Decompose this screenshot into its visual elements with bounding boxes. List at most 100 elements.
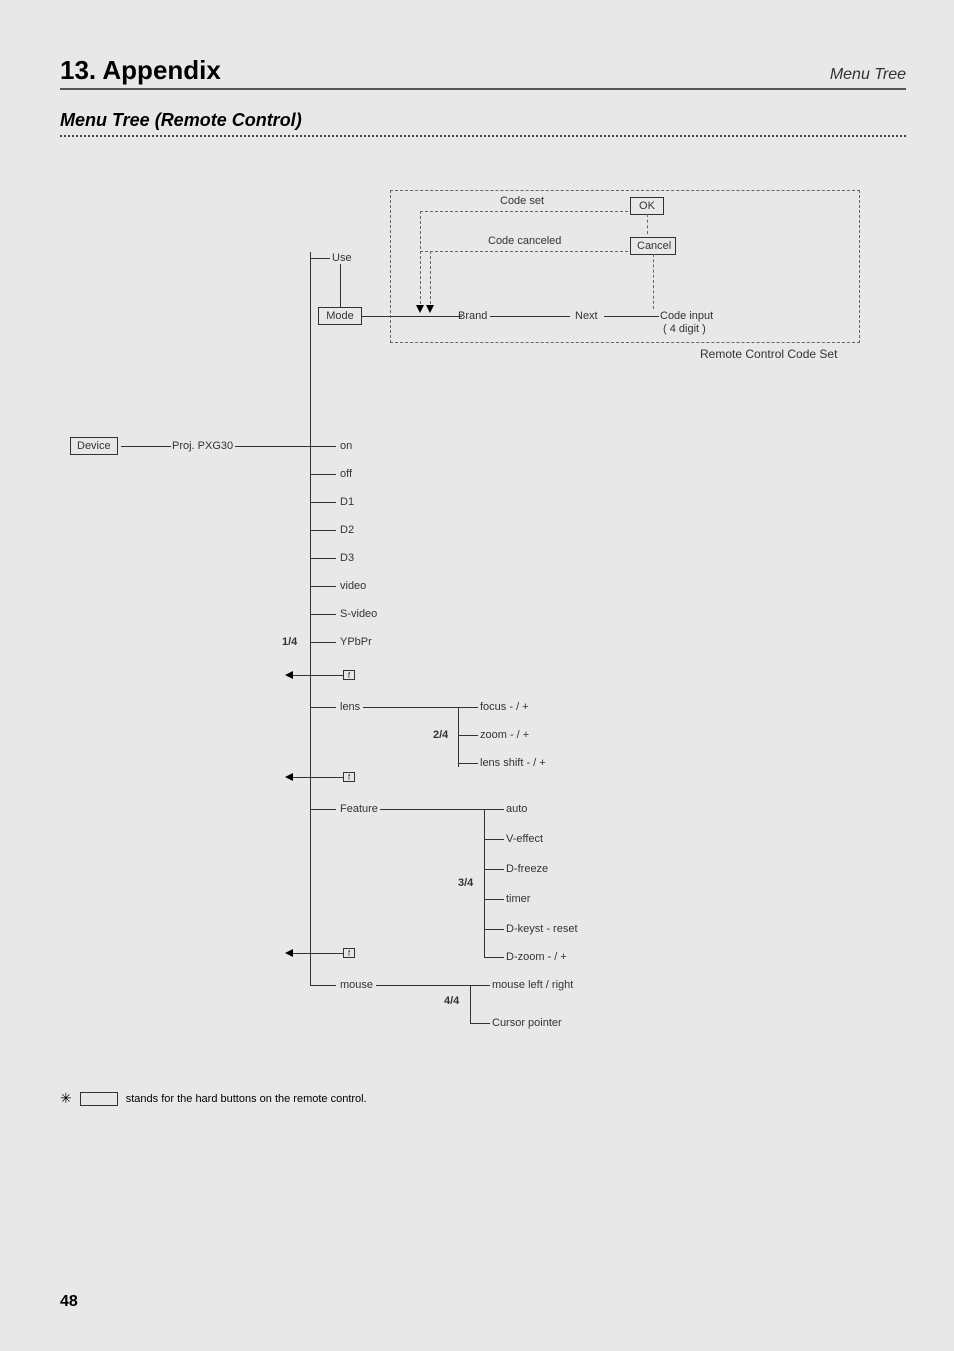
node-on: on (340, 440, 352, 452)
arrow-down-icon (416, 305, 424, 313)
connector (310, 502, 336, 503)
connector (310, 446, 336, 447)
node-codecanceled: Code canceled (488, 235, 561, 247)
node-feature: Feature (340, 803, 378, 815)
footnote-text: stands for the hard buttons on the remot… (126, 1093, 367, 1105)
node-d3: D3 (340, 552, 354, 564)
node-ypbpr: YPbPr (340, 636, 372, 648)
hard-button-box-icon (80, 1092, 118, 1106)
node-off: off (340, 468, 352, 480)
node-device: Device (70, 437, 118, 455)
connector-dotted (420, 251, 628, 252)
node-codeinput-digits: ( 4 digit ) (663, 323, 706, 335)
f-button-icon: f (343, 670, 355, 680)
connector (484, 869, 504, 870)
connector (380, 809, 484, 810)
f-button-icon: f (343, 772, 355, 782)
connector (310, 985, 336, 986)
node-dzoom: D-zoom - / + (506, 951, 567, 963)
node-dkeyst: D-keyst - reset (506, 923, 578, 935)
node-brand: Brand (458, 310, 487, 322)
diagram-canvas: Device Proj. PXG30 Use Mode Remote Contr… (60, 167, 906, 1087)
connector (458, 707, 459, 767)
arrow-down-icon (426, 305, 434, 313)
connector (470, 985, 490, 986)
node-d2: D2 (340, 524, 354, 536)
connector (470, 985, 471, 1023)
connector (484, 839, 504, 840)
node-use: Use (332, 252, 352, 264)
node-video: video (340, 580, 366, 592)
node-cursor: Cursor pointer (492, 1017, 562, 1029)
connector (470, 1023, 490, 1024)
connector (490, 316, 570, 317)
node-mode: Mode (318, 307, 362, 325)
page-header: 13. Appendix Menu Tree (60, 55, 906, 90)
node-d1: D1 (340, 496, 354, 508)
subtitle-divider (60, 135, 906, 137)
connector (310, 586, 336, 587)
connector (458, 763, 478, 764)
connector (310, 258, 330, 259)
footnote: ✳ stands for the hard buttons on the rem… (60, 1090, 367, 1107)
arrow-left-icon (285, 949, 293, 957)
node-mouse-lr: mouse left / right (492, 979, 573, 991)
node-lens: lens (340, 701, 360, 713)
connector-dotted (430, 251, 431, 309)
group-1-4: 1/4 (282, 636, 297, 648)
connector-dotted (653, 254, 654, 309)
connector (363, 707, 458, 708)
connector (310, 642, 336, 643)
connector (458, 735, 478, 736)
arrow-left-icon (285, 671, 293, 679)
connector-dotted (420, 211, 421, 309)
node-focus: focus - / + (480, 701, 529, 713)
page-number: 48 (60, 1293, 78, 1311)
connector (376, 985, 470, 986)
header-right: Menu Tree (830, 66, 906, 84)
connector (310, 474, 336, 475)
connector (484, 899, 504, 900)
node-mouse: mouse (340, 979, 373, 991)
connector (484, 809, 504, 810)
node-next: Next (575, 310, 598, 322)
connector (484, 809, 485, 957)
arrow-left-icon (285, 773, 293, 781)
connector (310, 809, 336, 810)
group-3-4: 3/4 (458, 877, 473, 889)
connector (310, 530, 336, 531)
node-zoom: zoom - / + (480, 729, 529, 741)
connector (121, 446, 171, 447)
connector (235, 446, 310, 447)
connector (604, 316, 659, 317)
connector (458, 707, 478, 708)
connector (310, 252, 311, 985)
rc-codeset-label: Remote Control Code Set (700, 347, 837, 361)
node-codeinput: Code input (660, 310, 713, 322)
connector-dotted (420, 211, 628, 212)
node-auto: auto (506, 803, 527, 815)
connector (310, 614, 336, 615)
node-dfreeze: D-freeze (506, 863, 548, 875)
page-root: 13. Appendix Menu Tree Menu Tree (Remote… (0, 0, 954, 1351)
subtitle: Menu Tree (Remote Control) (60, 110, 906, 131)
connector-dotted (647, 214, 648, 234)
connector (310, 707, 336, 708)
node-timer: timer (506, 893, 530, 905)
f-button-icon: f (343, 948, 355, 958)
node-proj: Proj. PXG30 (172, 440, 233, 452)
connector (484, 929, 504, 930)
node-ok: OK (630, 197, 664, 215)
connector (340, 264, 341, 307)
footnote-symbol: ✳ (60, 1090, 72, 1107)
node-cancel: Cancel (630, 237, 676, 255)
connector (484, 957, 504, 958)
node-svideo: S-video (340, 608, 377, 620)
section-title: 13. Appendix (60, 55, 221, 86)
group-2-4: 2/4 (433, 729, 448, 741)
node-codeset: Code set (500, 195, 544, 207)
connector (310, 558, 336, 559)
node-veffect: V-effect (506, 833, 543, 845)
group-4-4: 4/4 (444, 995, 459, 1007)
node-lensshift: lens shift - / + (480, 757, 546, 769)
